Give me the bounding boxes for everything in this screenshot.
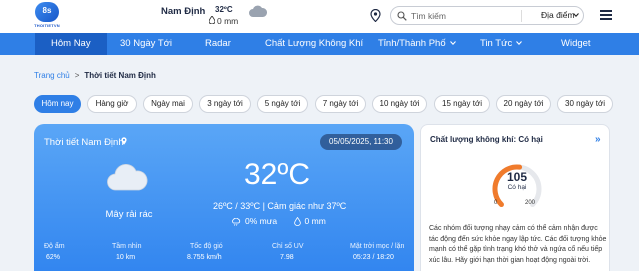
top-header: 8s THOITIETVN Nam Định 32ºC 0 mm Địa điể… bbox=[0, 0, 639, 33]
rain-percent: 0% mưa bbox=[245, 216, 278, 226]
weather-condition: Mây rải rác bbox=[105, 209, 153, 220]
nav-item-air-quality[interactable]: Chất Lượng Không Khí bbox=[265, 33, 363, 55]
tab-tomorrow[interactable]: Ngày mai bbox=[143, 95, 193, 113]
air-quality-card: Chất lượng không khí: Có hại » 105 Có hạ… bbox=[420, 124, 610, 271]
aqi-level: Có hại bbox=[507, 184, 527, 191]
cloud-icon bbox=[107, 163, 148, 191]
stat-label-sun: Mặt trời mọc / lặn bbox=[350, 243, 405, 250]
aqi-value: 105 bbox=[506, 170, 528, 184]
current-temperature: 32ºC bbox=[244, 158, 310, 191]
breadcrumb: Trang chủ > Thời tiết Nam Định bbox=[34, 71, 156, 80]
location-pin-icon[interactable] bbox=[370, 9, 381, 22]
cloud-icon bbox=[249, 5, 268, 17]
location-pin-icon bbox=[121, 137, 127, 145]
location-select[interactable]: Địa điểm bbox=[541, 10, 575, 20]
header-temp: 32ºC bbox=[215, 5, 233, 14]
logo-text: 8s bbox=[42, 6, 52, 15]
tab-5-days[interactable]: 5 ngày tới bbox=[257, 95, 308, 113]
nav-item-30-days[interactable]: 30 Ngày Tới bbox=[120, 33, 172, 55]
rain-cloud-icon bbox=[232, 217, 241, 226]
stat-value-humidity: 62% bbox=[46, 254, 61, 261]
header-rain: 0 mm bbox=[217, 16, 239, 26]
tab-10-days[interactable]: 10 ngày tới bbox=[372, 95, 427, 113]
stat-label-uv: Chỉ số UV bbox=[272, 243, 304, 250]
chevron-down-icon bbox=[449, 41, 456, 46]
weather-datetime: 05/05/2025, 11:30 bbox=[320, 134, 402, 150]
weather-title: Thời tiết Nam Định bbox=[44, 137, 124, 148]
stat-label-wind: Tốc độ gió bbox=[190, 243, 223, 250]
breadcrumb-current: Thời tiết Nam Định bbox=[84, 71, 156, 80]
nav-news-label: Tin Tức bbox=[480, 38, 513, 49]
search-input[interactable] bbox=[411, 9, 511, 23]
chevron-down-icon[interactable] bbox=[573, 13, 579, 17]
main-nav: Hôm Nay 30 Ngày Tới Radar Chất Lượng Khô… bbox=[0, 33, 639, 55]
nav-provinces-label: Tỉnh/Thành Phố bbox=[378, 38, 446, 49]
stat-label-humidity: Độ ẩm bbox=[44, 243, 65, 250]
rain-info: 0% mưa 0 mm bbox=[231, 216, 326, 227]
rain-amount: 0 mm bbox=[304, 216, 326, 226]
header-location: Nam Định bbox=[161, 6, 206, 17]
raindrop-icon bbox=[209, 16, 215, 24]
nav-item-radar[interactable]: Radar bbox=[205, 33, 231, 55]
aqi-max: 200 bbox=[525, 200, 536, 206]
search-bar: Địa điểm bbox=[390, 6, 584, 25]
stat-value-sun: 05:23 / 18:20 bbox=[353, 254, 394, 261]
stat-label-visibility: Tầm nhìn bbox=[112, 243, 142, 250]
current-weather-card: Thời tiết Nam Định 05/05/2025, 11:30 Mây… bbox=[34, 124, 414, 271]
raindrop-icon bbox=[293, 217, 301, 227]
tab-hourly[interactable]: Hàng giờ bbox=[87, 95, 137, 113]
breadcrumb-separator: > bbox=[74, 71, 80, 80]
stat-value-uv: 7.98 bbox=[280, 254, 294, 261]
site-logo[interactable]: 8s THOITIETVN bbox=[28, 2, 66, 32]
temp-range-feels-like: 26ºC / 33ºC | Cảm giác như 37ºC bbox=[213, 201, 347, 211]
nav-item-news[interactable]: Tin Tức bbox=[480, 33, 523, 55]
tab-7-days[interactable]: 7 ngày tới bbox=[315, 95, 366, 113]
nav-item-provinces[interactable]: Tỉnh/Thành Phố bbox=[378, 33, 456, 55]
nav-item-today[interactable]: Hôm Nay bbox=[35, 33, 107, 55]
aq-title: Chất lượng không khí: Có hại bbox=[430, 135, 543, 144]
tab-3-days[interactable]: 3 ngày tới bbox=[199, 95, 251, 113]
tab-today[interactable]: Hôm nay bbox=[34, 95, 81, 113]
breadcrumb-home[interactable]: Trang chủ bbox=[34, 71, 70, 80]
aq-more-arrow-icon[interactable]: » bbox=[595, 134, 601, 145]
search-icon bbox=[397, 11, 407, 21]
tab-15-days[interactable]: 15 ngày tới bbox=[434, 95, 490, 113]
tab-20-days[interactable]: 20 ngày tới bbox=[496, 95, 551, 113]
nav-item-widget[interactable]: Widget bbox=[561, 33, 591, 55]
tab-30-days[interactable]: 30 ngày tới bbox=[557, 95, 613, 113]
hamburger-menu-icon[interactable] bbox=[600, 10, 612, 20]
logo-brand: THOITIETVN bbox=[34, 23, 60, 28]
logo-badge: 8s bbox=[35, 2, 59, 22]
aqi-description: Các nhóm đối tượng nhạy cảm có thể cảm n… bbox=[429, 225, 607, 264]
aqi-min: 0 bbox=[494, 200, 498, 206]
stat-value-visibility: 10 km bbox=[116, 254, 136, 261]
search-divider bbox=[521, 10, 522, 22]
stat-value-wind: 8.755 km/h bbox=[187, 254, 222, 261]
chevron-down-icon bbox=[516, 41, 523, 46]
